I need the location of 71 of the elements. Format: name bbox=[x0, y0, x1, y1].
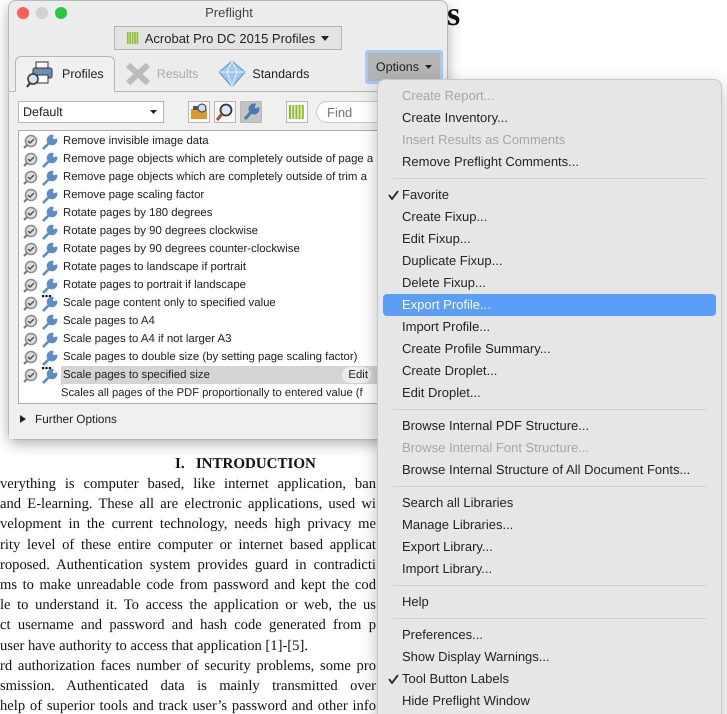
paragraph-line: le to understand it. To access the application or web, the us bbox=[0, 596, 376, 616]
paragraph-line: velopment in the current technology, needs high privacy me bbox=[0, 515, 376, 534]
caret-icon bbox=[150, 110, 157, 114]
check-magnifier-icon bbox=[23, 350, 38, 364]
menu-item[interactable]: Duplicate Fixup... bbox=[383, 250, 716, 272]
menu-item[interactable]: Create Profile Summary... bbox=[383, 338, 716, 360]
edit-button[interactable]: Edit bbox=[342, 367, 371, 383]
menu-item[interactable]: Preferences... bbox=[383, 624, 716, 646]
menu-item[interactable]: Show Display Warnings... bbox=[383, 646, 716, 668]
menu-item[interactable]: Hide Preflight Window bbox=[383, 690, 716, 712]
check-magnifier-icon bbox=[23, 296, 38, 310]
section-heading: I. INTRODUCTION bbox=[175, 455, 316, 474]
check-magnifier-icon bbox=[23, 206, 38, 220]
menu-item[interactable]: Tool Button Labels bbox=[383, 668, 716, 690]
library-dropdown[interactable]: Acrobat Pro DC 2015 Profiles bbox=[114, 26, 342, 50]
cross-icon bbox=[124, 62, 151, 86]
check-magnifier-icon bbox=[23, 278, 38, 292]
disclosure-icon bbox=[20, 415, 27, 423]
check-magnifier-icon bbox=[23, 332, 38, 346]
paragraph-line: help of superior tools and track user’s password and other info bbox=[0, 697, 376, 714]
profile-filter-dropdown[interactable]: Default bbox=[18, 101, 164, 123]
menu-item[interactable]: Import Profile... bbox=[383, 316, 716, 338]
fixup-description: Scales all pages of the PDF proportionally to entered value (f bbox=[61, 386, 363, 399]
menu-item[interactable]: Manage Libraries... bbox=[383, 514, 716, 536]
zoom-button[interactable] bbox=[55, 6, 67, 18]
menu-item[interactable]: Export Library... bbox=[383, 536, 716, 558]
paragraph-line: ms to make unreadable code from password and kept the cod bbox=[0, 576, 376, 595]
menu-item[interactable]: Favorite bbox=[383, 184, 716, 206]
check-magnifier-icon bbox=[23, 134, 38, 148]
checkmark-icon bbox=[388, 190, 399, 200]
check-magnifier-icon bbox=[23, 368, 38, 382]
check-magnifier-icon bbox=[23, 170, 38, 184]
menu-item[interactable]: Import Library... bbox=[383, 558, 716, 580]
briefcase-tool-button[interactable] bbox=[188, 101, 210, 123]
bars-icon bbox=[126, 32, 139, 44]
paragraph-line: rd authorization faces number of security problems, some pro bbox=[0, 656, 376, 676]
paragraph-line: user have authority to access that application [1]-[5]. bbox=[0, 636, 309, 656]
heading-fragment: s bbox=[447, 0, 460, 34]
menu-item[interactable]: Search all Libraries bbox=[383, 492, 716, 514]
paragraph-line: roposed. Authentication system provides guard in contradicti bbox=[0, 556, 376, 575]
paragraph-line: ct username and password and hash code generated from p bbox=[0, 616, 376, 636]
minimize-button[interactable] bbox=[36, 6, 48, 18]
check-magnifier-icon bbox=[23, 314, 38, 328]
paragraph-line: verything is computer based, like internet application, ban bbox=[0, 475, 376, 494]
menu-item[interactable]: Delete Fixup... bbox=[383, 272, 716, 294]
paragraph-line: rity level of these entire computer or internet based applicat bbox=[0, 536, 376, 555]
tab[interactable]: Profiles bbox=[15, 56, 115, 92]
menu-item[interactable]: Remove Preflight Comments... bbox=[383, 151, 716, 173]
magnifier-tool-button[interactable] bbox=[214, 101, 236, 123]
paragraph-line: and E-learning. These all are electronic applications, used wi bbox=[0, 495, 376, 514]
check-magnifier-icon bbox=[23, 260, 38, 274]
menu-item[interactable]: Browse Internal Structure of All Document Fonts... bbox=[383, 459, 716, 481]
check-magnifier-icon bbox=[23, 242, 38, 256]
library-tool-button[interactable] bbox=[286, 101, 308, 123]
menu-item[interactable]: Browse Internal PDF Structure... bbox=[383, 415, 716, 437]
check-magnifier-icon bbox=[23, 224, 38, 238]
check-magnifier-icon bbox=[23, 152, 38, 166]
check-magnifier-icon bbox=[23, 188, 38, 202]
menu-item[interactable]: Help bbox=[383, 591, 716, 613]
caret-icon bbox=[321, 36, 330, 40]
menu-item[interactable]: Create Fixup... bbox=[383, 206, 716, 228]
paragraph-line: smission. Authenticated data is mainly transmitted over bbox=[0, 676, 376, 696]
menu-item[interactable]: Edit Droplet... bbox=[383, 382, 716, 404]
further-options-toggle[interactable]: Further Options bbox=[18, 404, 117, 426]
tab[interactable]: Standards bbox=[208, 56, 320, 92]
diamond-icon bbox=[218, 60, 246, 88]
menu-item[interactable]: Edit Fixup... bbox=[383, 228, 716, 250]
caret-icon bbox=[425, 65, 432, 69]
window-title: Preflight bbox=[204, 5, 254, 20]
checkmark-icon bbox=[388, 674, 399, 684]
close-button[interactable] bbox=[17, 6, 29, 18]
